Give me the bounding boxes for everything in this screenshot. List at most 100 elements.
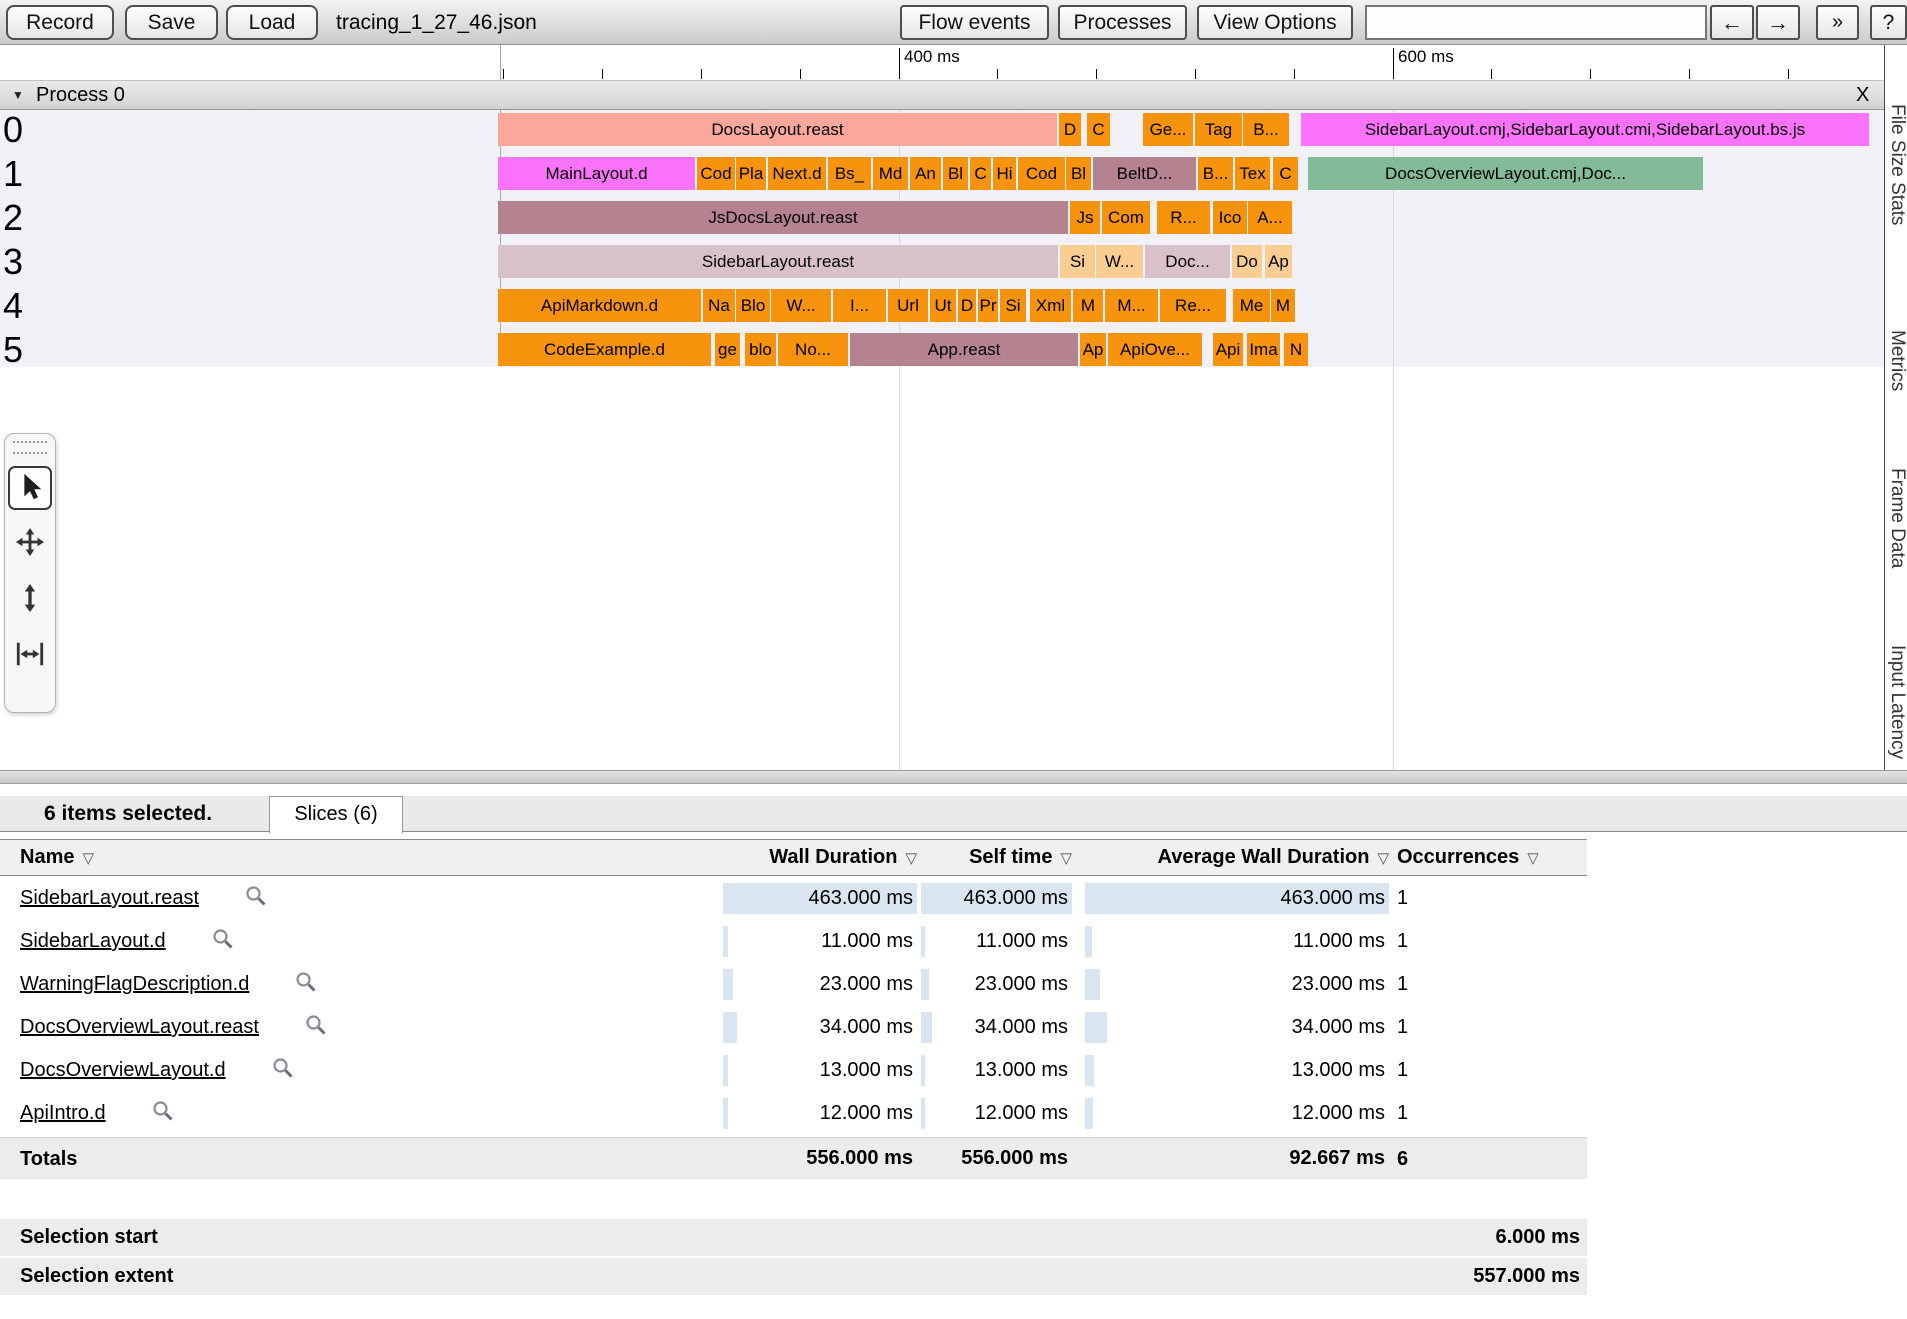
trace-slice[interactable]: R... xyxy=(1157,201,1210,234)
trace-slice[interactable]: An xyxy=(910,157,941,190)
sidebar-tab-input-latency[interactable]: Input Latency xyxy=(1886,645,1907,759)
table-row: DocsOverviewLayout.reast34.000 ms34.000 … xyxy=(0,1006,1587,1049)
trace-slice[interactable]: D xyxy=(958,289,976,322)
trace-slice[interactable]: Js xyxy=(1070,201,1100,234)
magnifier-icon[interactable] xyxy=(151,1099,175,1129)
slice-name-link[interactable]: ApiIntro.d xyxy=(20,1102,106,1125)
trace-slice[interactable]: A... xyxy=(1248,201,1292,234)
trace-slice[interactable]: Ima xyxy=(1247,333,1280,366)
slice-name-link[interactable]: SidebarLayout.d xyxy=(20,930,166,953)
trace-slice[interactable]: W... xyxy=(771,289,831,322)
column-header-self-time[interactable]: Self time▽ xyxy=(921,840,1072,875)
trace-slice[interactable]: ge xyxy=(715,333,740,366)
trace-slice[interactable]: Ap xyxy=(1080,333,1106,366)
magnifier-icon[interactable] xyxy=(294,970,318,1000)
trace-slice[interactable]: Bl xyxy=(943,157,968,190)
trace-slice[interactable]: C xyxy=(970,157,991,190)
trace-slice[interactable]: Com xyxy=(1102,201,1150,234)
zoom-tool-button[interactable] xyxy=(8,578,52,622)
trace-slice[interactable]: Bs_ xyxy=(828,157,871,190)
selection-tool-button[interactable] xyxy=(8,466,52,510)
trace-slice[interactable]: blo xyxy=(745,333,776,366)
trace-slice[interactable]: Tex xyxy=(1235,157,1270,190)
trace-slice[interactable]: Pr xyxy=(978,289,998,322)
trace-slice[interactable]: C xyxy=(1087,113,1110,146)
trace-slice[interactable]: Url xyxy=(888,289,928,322)
trace-slice[interactable]: Ap xyxy=(1265,245,1292,278)
magnifier-icon[interactable] xyxy=(244,884,268,914)
trace-slice[interactable]: N xyxy=(1284,333,1308,366)
trace-slice[interactable]: Na xyxy=(703,289,735,322)
totals-average-wall-duration: 92.667 ms xyxy=(1289,1143,1385,1174)
trace-slice[interactable]: D xyxy=(1059,113,1081,146)
trace-slice[interactable]: Cod xyxy=(1018,157,1065,190)
trace-slice[interactable]: ApiMarkdown.d xyxy=(498,289,701,322)
column-header-wall-duration[interactable]: Wall Duration▽ xyxy=(723,840,917,875)
slice-name-link[interactable]: DocsOverviewLayout.reast xyxy=(20,1016,259,1039)
trace-slice[interactable]: Do xyxy=(1232,245,1262,278)
average-wall-duration-cell: 23.000 ms xyxy=(1085,969,1389,1000)
trace-slice[interactable]: Me xyxy=(1233,289,1270,322)
column-header-average-wall-duration[interactable]: Average Wall Duration▽ xyxy=(1085,840,1389,875)
column-header-name[interactable]: Name▽ xyxy=(20,840,94,875)
self-time-cell: 12.000 ms xyxy=(921,1098,1072,1129)
magnifier-icon[interactable] xyxy=(271,1056,295,1086)
trace-slice[interactable]: ApiOve... xyxy=(1108,333,1202,366)
trace-slice[interactable]: SidebarLayout.cmj,SidebarLayout.cmi,Side… xyxy=(1301,113,1869,146)
trace-slice[interactable]: Si xyxy=(1000,289,1026,322)
slice-name-link[interactable]: SidebarLayout.reast xyxy=(20,887,199,910)
magnifier-icon[interactable] xyxy=(304,1013,328,1043)
trace-slice[interactable]: DocsOverviewLayout.cmj,Doc... xyxy=(1308,157,1703,190)
timing-tool-button[interactable] xyxy=(8,634,52,678)
trace-slice[interactable]: M xyxy=(1271,289,1295,322)
sidebar-tab-file-size-stats[interactable]: File Size Stats xyxy=(1886,104,1907,225)
trace-slice[interactable]: MainLayout.d xyxy=(498,157,695,190)
column-header-occurrences[interactable]: Occurrences▽ xyxy=(1397,840,1539,875)
slice-name-link[interactable]: WarningFlagDescription.d xyxy=(20,973,249,996)
magnifier-icon[interactable] xyxy=(211,927,235,957)
trace-slice[interactable]: DocsLayout.reast xyxy=(498,113,1057,146)
trace-slice[interactable]: BeltD... xyxy=(1093,157,1196,190)
trace-slice[interactable]: SidebarLayout.reast xyxy=(498,245,1058,278)
pan-tool-button[interactable] xyxy=(8,522,52,566)
selection-start-row: Selection start6.000 ms xyxy=(0,1219,1587,1256)
trace-slice[interactable]: Ico xyxy=(1213,201,1247,234)
trace-slice[interactable]: Md xyxy=(873,157,908,190)
trace-slice[interactable]: W... xyxy=(1096,245,1143,278)
tab-slices[interactable]: Slices (6) xyxy=(269,796,403,833)
wall-duration-cell: 23.000 ms xyxy=(723,969,917,1000)
trace-slice[interactable]: Pla xyxy=(736,157,766,190)
self-time-cell: 11.000 ms xyxy=(921,926,1072,957)
trace-slice[interactable]: Si xyxy=(1060,245,1095,278)
trace-slice[interactable]: Hi xyxy=(993,157,1016,190)
trace-slice[interactable]: I... xyxy=(833,289,886,322)
trace-slice[interactable]: Ut xyxy=(930,289,956,322)
sidebar-tab-metrics[interactable]: Metrics xyxy=(1886,330,1907,391)
wall-duration-cell: 11.000 ms xyxy=(723,926,917,957)
trace-slice[interactable]: Cod xyxy=(697,157,735,190)
trace-slice[interactable]: M xyxy=(1073,289,1103,322)
trace-slice[interactable]: No... xyxy=(778,333,848,366)
trace-slice[interactable]: Bl xyxy=(1066,157,1091,190)
trace-slice[interactable]: Blo xyxy=(736,289,770,322)
trace-slice[interactable]: JsDocsLayout.reast xyxy=(498,201,1068,234)
slices-table-header: Name▽ Wall Duration▽ Self time▽ Average … xyxy=(0,839,1587,876)
trace-slice[interactable]: Xml xyxy=(1030,289,1071,322)
trace-slice[interactable]: B... xyxy=(1243,113,1289,146)
palette-grip-handle[interactable] xyxy=(13,441,47,454)
trace-slice[interactable]: App.reast xyxy=(850,333,1078,366)
trace-slice[interactable]: Re... xyxy=(1160,289,1226,322)
trace-slice[interactable]: Api xyxy=(1213,333,1243,366)
trace-slice[interactable]: Ge... xyxy=(1143,113,1193,146)
panel-splitter[interactable] xyxy=(0,770,1907,784)
sidebar-tab-frame-data[interactable]: Frame Data xyxy=(1886,468,1907,568)
trace-slice[interactable]: Next.d xyxy=(768,157,826,190)
trace-viewer-app: Record Save Load tracing_1_27_46.json Fl… xyxy=(0,0,1907,1319)
trace-slice[interactable]: C xyxy=(1273,157,1298,190)
trace-slice[interactable]: Tag xyxy=(1195,113,1242,146)
trace-slice[interactable]: B... xyxy=(1198,157,1233,190)
trace-slice[interactable]: CodeExample.d xyxy=(498,333,711,366)
trace-slice[interactable]: Doc... xyxy=(1145,245,1230,278)
trace-slice[interactable]: M... xyxy=(1105,289,1158,322)
slice-name-link[interactable]: DocsOverviewLayout.d xyxy=(20,1059,226,1082)
